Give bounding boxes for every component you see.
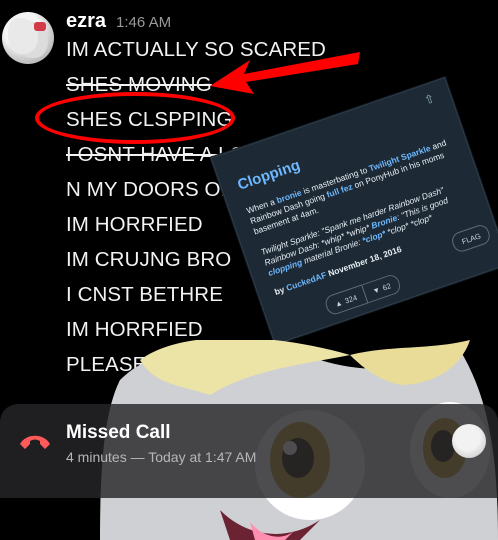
message-line: I CNST BETHRE [66,283,223,306]
author-link[interactable]: CuckedAF [285,270,328,293]
caller-avatar[interactable] [452,424,486,458]
thumbs-down-icon: ▼ [371,284,382,296]
message-line: IM CRUJNG BRO [66,248,232,271]
card-title: Clopping [235,156,303,194]
thumbs-up-icon: ▲ [333,297,344,309]
downvote-button[interactable]: ▼ 62 [361,272,403,304]
message-line: IM HORRFIED [66,318,203,341]
message-header: ezra 1:46 AM [66,10,171,33]
upvote-button[interactable]: ▲ 324 [323,284,369,317]
missed-call-icon [20,435,50,449]
definition-card: ⇧ Clopping When a bronie is masterbating… [210,77,498,345]
timestamp: 1:46 AM [116,14,172,31]
avatar-bow [34,22,46,31]
share-icon[interactable]: ⇧ [422,90,437,108]
missed-call-time: 4 minutes — Today at 1:47 AM [66,449,257,465]
flag-button[interactable]: FLAG [450,222,493,254]
red-highlight-ellipse [35,92,235,144]
message-line: IM HORRFIED [66,213,203,236]
red-arrow-icon [210,52,360,94]
vote-buttons: ▲ 324 ▼ 62 [323,272,403,317]
missed-call-title: Missed Call [66,422,171,443]
username[interactable]: ezra [66,10,106,33]
user-avatar[interactable] [2,12,54,64]
